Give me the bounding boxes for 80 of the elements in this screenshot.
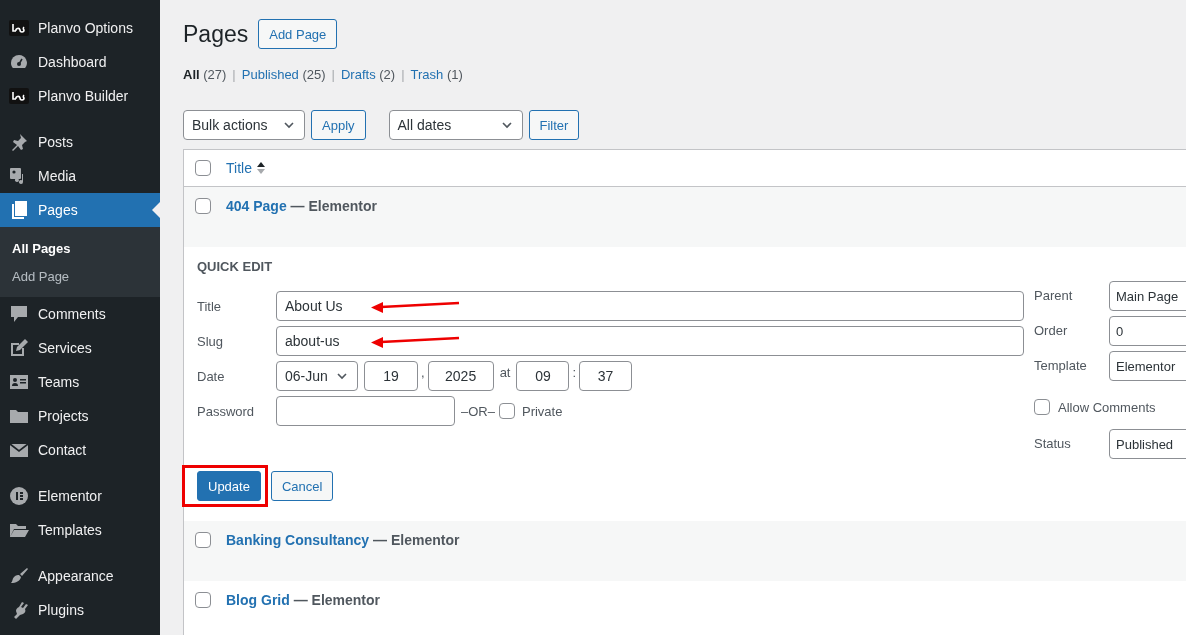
post-state: — Elementor — [290, 198, 377, 214]
sidebar-item[interactable]: Dashboard — [0, 45, 160, 79]
field-label: Slug — [197, 333, 225, 349]
order-field[interactable]: 0 — [1109, 316, 1186, 346]
field-label: Status — [1034, 436, 1072, 451]
title-column-header[interactable]: Title — [226, 160, 266, 176]
sidebar-item[interactable]: Contact — [0, 433, 160, 467]
password-field[interactable] — [276, 396, 455, 426]
edit-icon — [9, 338, 29, 358]
sidebar-item[interactable]: Services — [0, 331, 160, 365]
sidebar-item[interactable]: Appearance — [0, 559, 160, 593]
hour-field[interactable]: 09 — [516, 361, 570, 391]
id-card-icon — [9, 372, 29, 392]
day-field[interactable]: 19 — [364, 361, 418, 391]
select-all-checkbox[interactable] — [195, 160, 211, 177]
allow-comments-label: Allow Comments — [1058, 399, 1156, 415]
title-field[interactable]: About Us — [276, 291, 1024, 321]
or-label: –OR– — [461, 403, 495, 419]
field-label: Password — [197, 403, 256, 419]
view-separator: | — [401, 66, 405, 84]
submenu-item[interactable]: All Pages — [0, 234, 160, 262]
private-label: Private — [521, 403, 563, 419]
view-link[interactable]: Drafts (2) — [341, 66, 396, 84]
time-separator: : — [571, 365, 578, 380]
sidebar-item[interactable]: Elementor — [0, 479, 160, 513]
slug-field[interactable]: about-us — [276, 326, 1024, 356]
view-link[interactable]: All (27) — [183, 66, 227, 84]
view-separator: | — [331, 66, 335, 84]
field-label: Parent — [1034, 288, 1074, 303]
logo-icon — [9, 86, 29, 106]
sidebar-item[interactable]: Templates — [0, 513, 160, 547]
field-label: Date — [197, 368, 226, 384]
view-link[interactable]: Trash (1) — [410, 66, 463, 84]
sidebar-item[interactable]: Media — [0, 159, 160, 193]
sidebar-item[interactable]: Pages — [0, 193, 160, 227]
bulk-actions-select[interactable]: Bulk actions — [183, 110, 305, 140]
field-label: Order — [1034, 323, 1069, 338]
view-separator: | — [232, 66, 236, 84]
view-link[interactable]: Published (25) — [241, 66, 326, 84]
page-title-link[interactable]: 404 Page — [226, 198, 287, 214]
speech-bubble-icon — [9, 304, 29, 324]
sidebar-item[interactable]: Planvo Options — [0, 11, 160, 45]
field-label: Title — [197, 298, 223, 314]
year-field[interactable]: 2025 — [427, 361, 494, 391]
quick-edit-heading: QUICK EDIT — [197, 260, 274, 274]
private-checkbox[interactable] — [498, 403, 515, 419]
submenu-item[interactable]: Add Page — [0, 262, 160, 290]
sidebar-item[interactable]: Posts — [0, 125, 160, 159]
page-title-link[interactable]: Banking Consultancy — [226, 532, 370, 548]
cancel-button[interactable]: Cancel — [270, 471, 334, 501]
post-state: — Elementor — [373, 532, 460, 548]
minute-field[interactable]: 37 — [579, 361, 633, 391]
filter-button[interactable]: Filter — [528, 110, 580, 140]
pages-icon — [9, 200, 29, 220]
at-label: at — [498, 365, 512, 380]
sidebar-item[interactable]: Comments — [0, 297, 160, 331]
sidebar-item[interactable]: Projects — [0, 399, 160, 433]
month-select[interactable]: 06-Jun — [276, 361, 358, 391]
elementor-icon — [9, 486, 29, 506]
apply-button[interactable]: Apply — [311, 110, 366, 140]
parent-select[interactable]: Main Page — [1109, 281, 1186, 311]
field-label: Template — [1034, 358, 1088, 373]
row-checkbox[interactable] — [195, 532, 211, 548]
update-button[interactable]: Update — [197, 471, 261, 501]
date-separator: , — [420, 365, 426, 380]
logo-icon — [9, 18, 29, 38]
page-title-link[interactable]: Blog Grid — [226, 592, 290, 608]
row-checkbox[interactable] — [195, 198, 211, 214]
add-page-button[interactable]: Add Page — [258, 19, 338, 49]
sidebar-item[interactable]: Planvo Builder — [0, 79, 160, 113]
post-state: — Elementor — [293, 592, 381, 608]
paintbrush-icon — [9, 566, 29, 586]
template-select[interactable]: Elementor — [1109, 351, 1186, 381]
sidebar-item[interactable]: Plugins — [0, 593, 160, 627]
sidebar-item[interactable]: Teams — [0, 365, 160, 399]
status-select[interactable]: Published — [1109, 429, 1186, 459]
date-filter-select[interactable]: All dates — [388, 110, 523, 140]
allow-comments-checkbox[interactable] — [1034, 399, 1050, 415]
row-checkbox[interactable] — [195, 592, 211, 608]
page-heading: Pages — [183, 20, 249, 49]
